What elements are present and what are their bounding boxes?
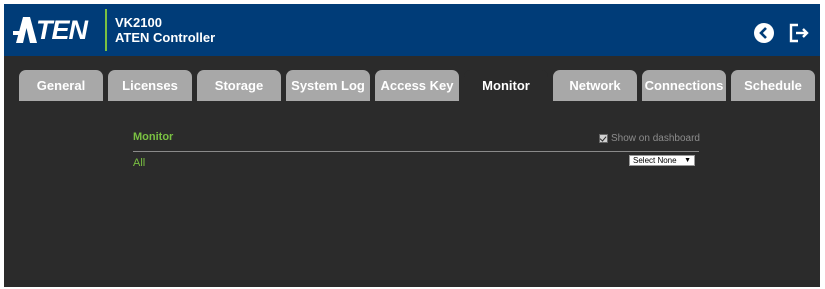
dropdown-arrow-icon: ▼: [684, 157, 691, 164]
logo-text: TEN: [36, 14, 88, 45]
tab-label: General: [36, 78, 86, 93]
tab-label: Monitor: [482, 78, 530, 93]
show-on-dashboard-toggle[interactable]: Show on dashboard: [599, 133, 700, 144]
group-label-all: All: [133, 157, 146, 169]
tab-monitor[interactable]: Monitor: [464, 70, 548, 101]
tab-network[interactable]: Network: [553, 70, 637, 101]
tab-general[interactable]: General: [19, 70, 103, 101]
selection-dropdown-value: Select None: [633, 156, 677, 165]
panel-title: Monitor: [133, 131, 174, 143]
tab-label: Licenses: [122, 78, 178, 93]
tab-bar: General Licenses Storage System Log Acce…: [19, 70, 820, 101]
logo-a-mark: [13, 17, 37, 43]
tab-label: Connections: [644, 78, 724, 93]
selection-dropdown[interactable]: Select None ▼: [629, 155, 695, 166]
tab-connections[interactable]: Connections: [642, 70, 726, 101]
back-icon[interactable]: [753, 22, 775, 44]
header-bar: TEN VK2100 ATEN Controller: [4, 4, 820, 56]
aten-logo: TEN: [13, 14, 88, 45]
tab-label: Access Key: [380, 78, 454, 93]
app-window: TEN VK2100 ATEN Controller General Licen…: [4, 4, 820, 287]
tab-label: Network: [569, 78, 621, 93]
tab-label: Schedule: [744, 78, 802, 93]
panel-divider: [133, 151, 699, 152]
tab-system-log[interactable]: System Log: [286, 70, 370, 101]
product-info: VK2100 ATEN Controller: [115, 15, 215, 45]
tab-label: Storage: [214, 78, 264, 93]
show-on-dashboard-label: Show on dashboard: [611, 133, 700, 144]
logout-icon[interactable]: [788, 22, 810, 44]
tab-schedule[interactable]: Schedule: [731, 70, 815, 101]
tab-label: System Log: [291, 78, 365, 93]
header-divider: [105, 9, 107, 51]
tab-access-key[interactable]: Access Key: [375, 70, 459, 101]
product-name: ATEN Controller: [115, 30, 216, 45]
product-model: VK2100: [115, 15, 162, 30]
show-on-dashboard-checkbox[interactable]: [599, 134, 608, 143]
tab-licenses[interactable]: Licenses: [108, 70, 192, 101]
tab-storage[interactable]: Storage: [197, 70, 281, 101]
